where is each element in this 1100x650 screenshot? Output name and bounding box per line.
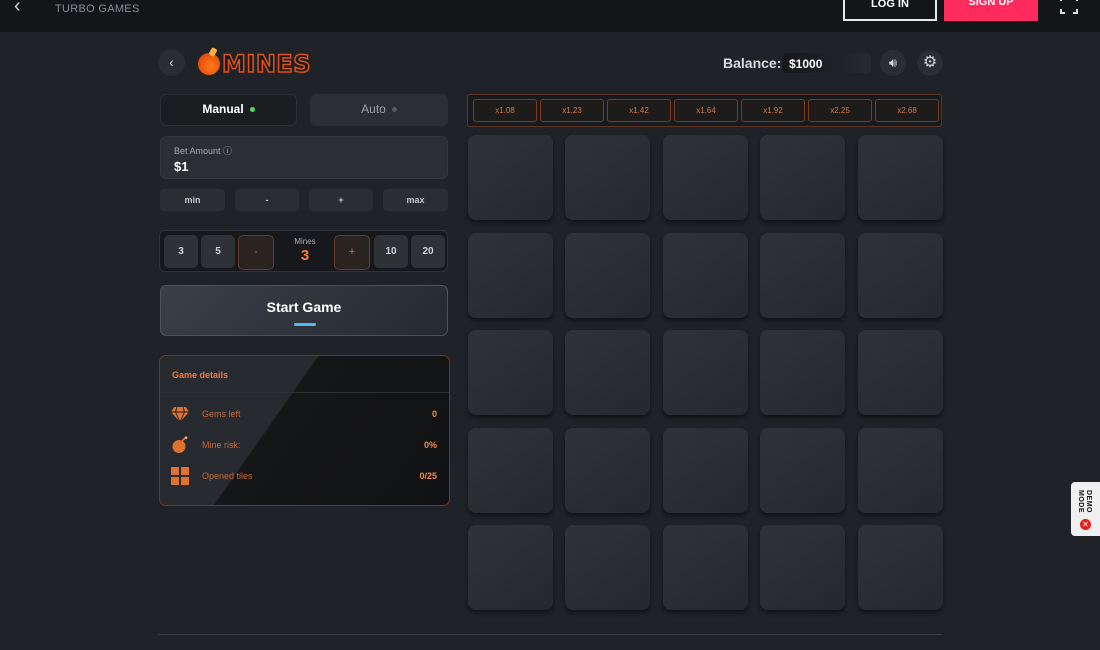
game-details-panel: Game details Gems left 0 Mine risk: 0% O… [159,355,450,506]
tab-auto-label: Auto [361,102,386,116]
mine-tile[interactable] [760,428,845,513]
multiplier-bar: x1.08 x1.23 x1.42 x1.64 x1.92 x2.25 x2.6… [467,94,942,127]
demo-mode-badge[interactable]: DEMO MODE ✕ [1071,482,1100,536]
mines-preset-10[interactable]: 10 [374,235,408,268]
fullscreen-icon[interactable] [1060,0,1078,14]
mines-value: 3 [300,247,310,264]
mine-tile[interactable] [565,233,650,318]
mine-tile[interactable] [760,233,845,318]
mine-tile[interactable] [565,525,650,610]
mines-preset-3[interactable]: 3 [164,235,198,268]
start-underline [294,323,316,326]
opened-tiles-value: 0/25 [419,471,437,481]
mine-tile[interactable] [858,233,943,318]
mines-decrement-button[interactable]: - [238,235,274,270]
gear-icon: ⚙ [922,54,938,71]
logo-text: MINES [221,49,312,79]
multiplier-2: x1.23 [540,99,604,122]
game-back-button[interactable]: ‹ [158,49,185,76]
start-game-label: Start Game [266,299,342,315]
bet-decrease-button[interactable]: - [235,189,299,211]
balance-value: $1000 [783,53,871,73]
login-button[interactable]: LOG IN [843,0,937,21]
bet-amount-label: Bet Amount ⓘ [174,146,233,156]
multiplier-5: x1.92 [741,99,805,122]
mine-tile[interactable] [760,330,845,415]
mine-tile[interactable] [663,135,748,220]
mines-label: Mines [294,237,316,246]
opened-tiles-label: Opened tiles [202,471,253,481]
detail-row-risk: Mine risk: 0% [160,436,449,456]
multiplier-6: x2.25 [808,99,872,122]
diamond-icon [171,406,189,423]
mines-increment-button[interactable]: + [334,235,370,270]
mine-tile[interactable] [565,428,650,513]
bet-min-button[interactable]: min [160,189,225,211]
gems-left-label: Gems left [202,409,241,419]
provider-title: TURBO GAMES [55,3,140,15]
close-icon[interactable]: ✕ [1080,519,1091,530]
detail-row-gems: Gems left 0 [160,405,449,425]
game-details-title: Game details [172,370,229,380]
mine-tile[interactable] [468,525,553,610]
chevron-left-icon: ‹ [169,54,174,70]
speaker-icon: 🔊︎ [888,55,898,70]
inactive-dot-icon [391,107,397,113]
mine-tile[interactable] [663,525,748,610]
mine-tile[interactable] [858,428,943,513]
grid-icon [171,467,189,485]
signup-button[interactable]: SIGN UP [944,0,1038,21]
mine-tile[interactable] [663,233,748,318]
mines-preset-5[interactable]: 5 [201,235,235,268]
multiplier-7: x2.68 [875,99,939,122]
mine-tile[interactable] [858,135,943,220]
mine-tile[interactable] [663,428,748,513]
multiplier-3: x1.42 [607,99,671,122]
settings-button[interactable]: ⚙ [917,50,943,76]
bomb-icon [172,436,188,453]
mine-tile[interactable] [565,135,650,220]
mine-tile[interactable] [468,330,553,415]
bet-amount-field[interactable]: Bet Amount ⓘ $1 [160,136,448,179]
active-dot-icon [249,107,255,113]
bet-amount-value[interactable]: $1 [174,159,188,174]
mine-risk-value: 0% [423,440,437,450]
info-icon: ⓘ [223,146,233,156]
mine-risk-label: Mine risk: [202,440,241,450]
mines-preset-20[interactable]: 20 [411,235,445,268]
mine-tile[interactable] [565,330,650,415]
mine-tile[interactable] [760,525,845,610]
mine-tile[interactable] [468,135,553,220]
tab-auto[interactable]: Auto [310,94,448,126]
multiplier-1: x1.08 [473,99,537,122]
bet-increase-button[interactable]: + [309,189,373,211]
sound-button[interactable]: 🔊︎ [880,50,906,76]
start-game-button[interactable]: Start Game [160,285,448,336]
mines-count-display: Mines 3 [277,237,333,264]
divider [160,392,449,393]
mine-tile[interactable] [858,525,943,610]
multiplier-4: x1.64 [674,99,738,122]
tab-manual-label: Manual [202,102,244,116]
mine-tile[interactable] [663,330,748,415]
mines-selector: 3 5 - Mines 3 + 10 20 [159,230,448,272]
gems-left-value: 0 [431,409,437,419]
game-header: ‹ MINES Balance: $1000 🔊︎ ⚙ [158,45,943,81]
back-arrow-icon[interactable]: ‹ [14,0,34,18]
bet-max-button[interactable]: max [383,189,448,211]
mine-tile[interactable] [468,233,553,318]
mine-tile[interactable] [468,428,553,513]
mine-tile[interactable] [858,330,943,415]
top-bar: ‹ TURBO GAMES LOG IN SIGN UP [0,0,1100,32]
footer-divider [158,634,942,635]
bomb-logo-icon [198,53,220,75]
detail-row-tiles: Opened tiles 0/25 [160,467,449,487]
balance-label: Balance: [723,55,782,71]
tab-manual[interactable]: Manual [160,94,297,126]
mines-tile-grid [468,135,943,610]
mine-tile[interactable] [760,135,845,220]
mines-logo: MINES [198,48,311,80]
